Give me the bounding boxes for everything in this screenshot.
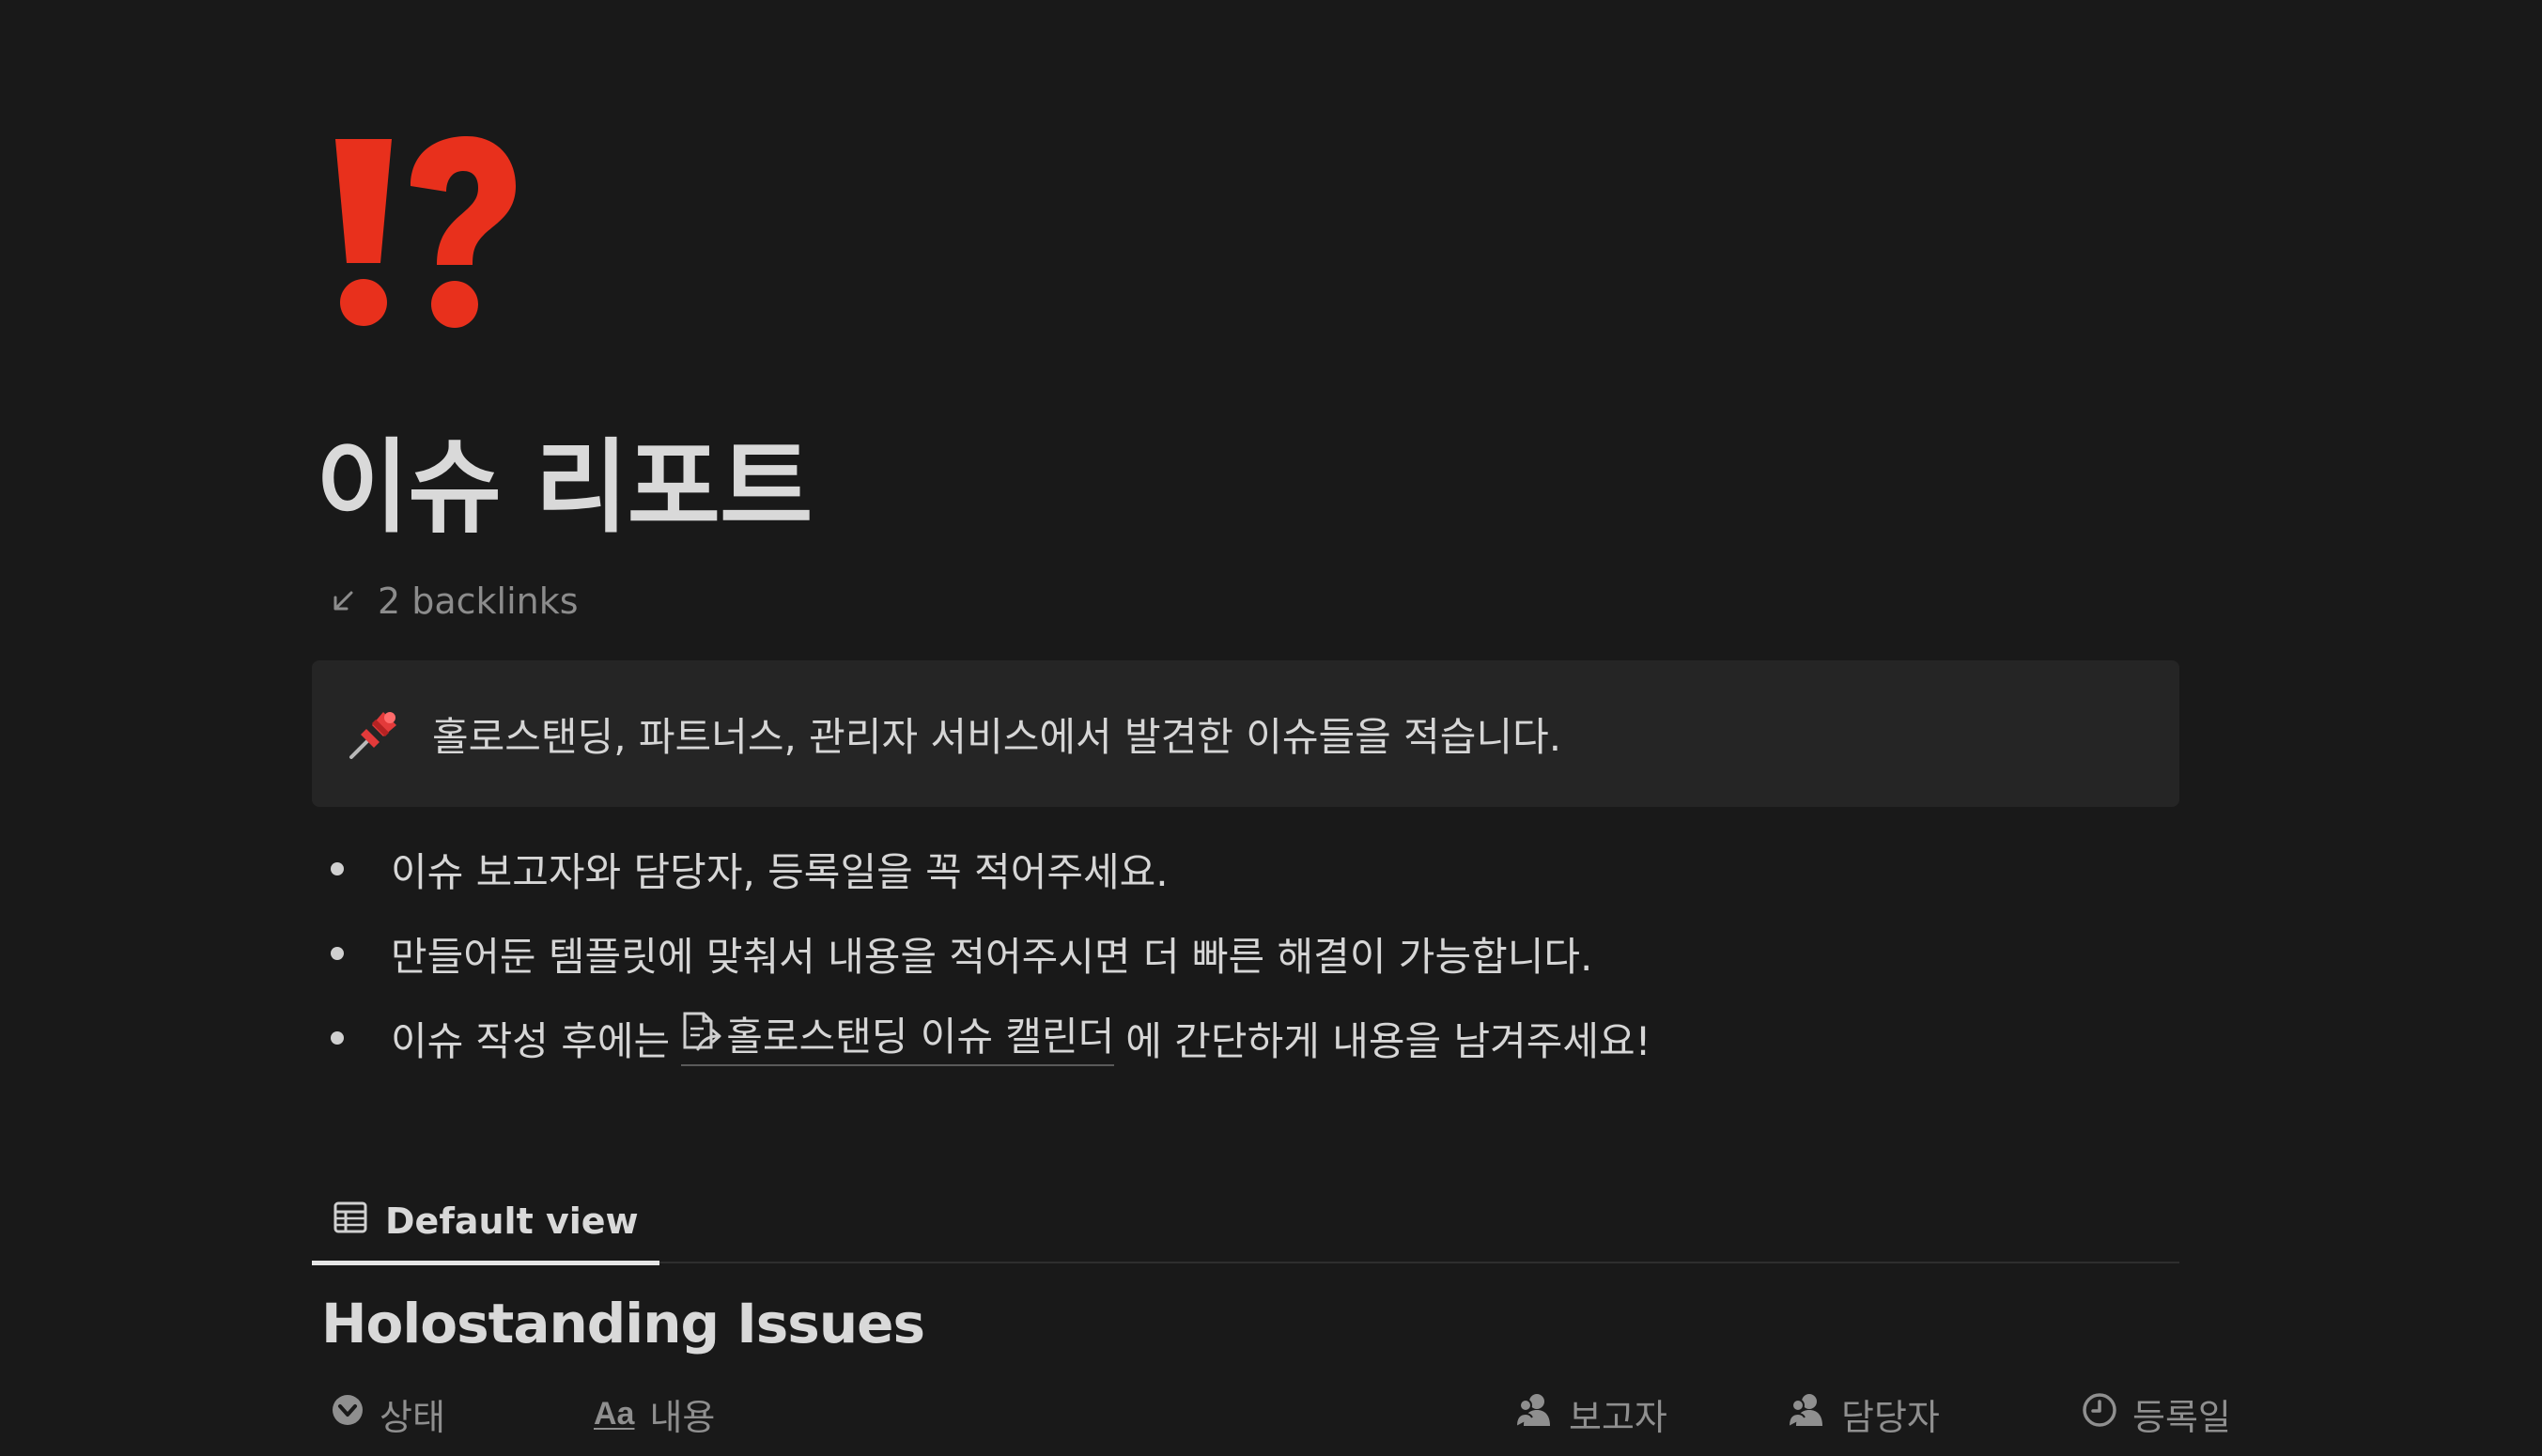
column-label: 상태 [380, 1396, 445, 1438]
bullet-dot [331, 862, 344, 875]
column-header-assignee[interactable]: 담당자 [1788, 1386, 1940, 1442]
backlinks-label: 2 backlinks [378, 581, 579, 622]
tab-label: Default view [385, 1200, 639, 1242]
column-label: 보고자 [1569, 1396, 1667, 1438]
page-title[interactable]: 이슈 리포트 [316, 427, 813, 550]
list-item-text: 만들어둔 템플릿에 맞춰서 내용을 적어주시면 더 빠른 해결이 가능합니다. [391, 933, 1593, 980]
person-icon [1515, 1392, 1554, 1436]
list-item[interactable]: 이슈 보고자와 담당자, 등록일을 꼭 적어주세요. [331, 827, 1651, 911]
list-item-text: 에 간단하게 내용을 남겨주세요! [1125, 1017, 1651, 1064]
bullet-dot [331, 1031, 344, 1045]
pushpin-icon[interactable] [346, 705, 404, 763]
list-item[interactable]: 이슈 작성 후에는 홀로스탠딩 이슈 캘린더 에 간단하게 내용을 남겨주세요! [331, 996, 1651, 1080]
exclamation-question-mark-icon[interactable] [324, 132, 521, 338]
column-header-content[interactable]: Aa 내용 [594, 1386, 715, 1442]
table-icon [333, 1200, 368, 1244]
list-item-text: 이슈 보고자와 담당자, 등록일을 꼭 적어주세요. [391, 848, 1169, 895]
callout-text: 홀로스탠딩, 파트너스, 관리자 서비스에서 발견한 이슈들을 적습니다. [432, 713, 1562, 760]
page-link-icon [681, 1010, 726, 1064]
arrow-down-left-icon [329, 587, 357, 615]
calendar-page-link[interactable]: 홀로스탠딩 이슈 캘린더 [681, 1010, 1115, 1066]
column-label: 내용 [649, 1396, 716, 1438]
database-header-row: 상태 Aa 내용 보고자 담당자 등록일 [0, 1386, 2542, 1442]
list-item-text: 이슈 작성 후에는 [391, 1017, 671, 1064]
tab-default-view[interactable]: Default view [312, 1179, 659, 1265]
column-header-reporter[interactable]: 보고자 [1515, 1386, 1667, 1442]
clock-icon [2082, 1392, 2117, 1436]
title-aa-icon: Aa [594, 1395, 635, 1432]
column-header-registered-date[interactable]: 등록일 [2082, 1386, 2231, 1442]
status-icon [331, 1393, 364, 1435]
person-icon [1788, 1392, 1826, 1436]
bulleted-list: 이슈 보고자와 담당자, 등록일을 꼭 적어주세요. 만들어둔 템플릿에 맞춰서… [331, 827, 1651, 1080]
callout-block[interactable]: 홀로스탠딩, 파트너스, 관리자 서비스에서 발견한 이슈들을 적습니다. [312, 660, 2179, 807]
page-link-text: 홀로스탠딩 이슈 캘린더 [726, 1014, 1115, 1060]
column-header-status[interactable]: 상태 [331, 1386, 445, 1442]
column-label: 담당자 [1841, 1396, 1940, 1438]
bullet-dot [331, 947, 344, 960]
backlinks-button[interactable]: 2 backlinks [329, 578, 579, 625]
column-label: 등록일 [2132, 1396, 2231, 1438]
database-title[interactable]: Holostanding Issues [321, 1292, 925, 1355]
database-view-tabs: Default view [312, 1179, 2179, 1265]
list-item[interactable]: 만들어둔 템플릿에 맞춰서 내용을 적어주시면 더 빠른 해결이 가능합니다. [331, 911, 1651, 996]
notion-page: 이슈 리포트 2 backlinks 홀로스탠딩, 파트너스, 관리자 서비스에… [0, 0, 2542, 1456]
